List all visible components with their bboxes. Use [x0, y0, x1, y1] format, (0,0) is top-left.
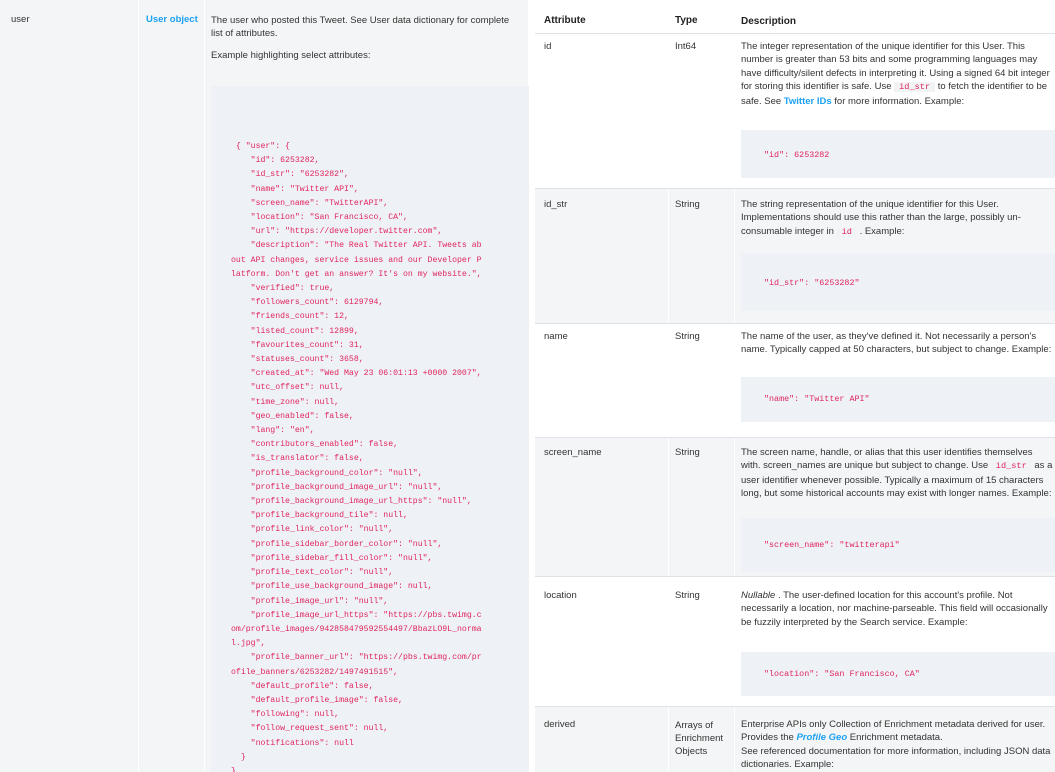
table-header-row: Attribute Type Description	[535, 0, 1055, 36]
attr-name-type: String	[675, 331, 700, 342]
attr-location-desc-text: . The user-defined location for this acc…	[741, 590, 1048, 628]
table-row-screen-name: screen_name String The screen name, hand…	[535, 438, 1055, 576]
attr-location-description: Nullable . The user-defined location for…	[741, 589, 1053, 629]
inline-code-id: id	[836, 226, 857, 237]
user-description: The user who posted this Tweet. See User…	[211, 15, 510, 39]
attr-id-str-example-block: "id_str": "6253282"	[741, 253, 1055, 311]
description-column: The user who posted this Tweet. See User…	[204, 0, 529, 772]
attr-screen-name-example-block: "screen_name": "twitterapi"	[741, 518, 1055, 572]
user-object-link[interactable]: User object	[146, 14, 198, 25]
table-row-id: id Int64 The integer representation of t…	[535, 34, 1055, 188]
attr-id-type: Int64	[675, 41, 697, 52]
example-caption: Example highlighting select attributes:	[211, 50, 371, 61]
attr-screen-name-desc-text: The screen name, handle, or alias that t…	[741, 447, 1033, 472]
profile-geo-link[interactable]: Profile Geo	[796, 732, 847, 743]
attr-id-str-description: The string representation of the unique …	[741, 198, 1053, 239]
attr-screen-name-example: "screen_name": "twitterapi"	[764, 540, 900, 550]
attr-name-example: "name": "Twitter API"	[764, 394, 870, 404]
twitter-ids-link[interactable]: Twitter IDs	[784, 96, 832, 107]
attr-name-example-block: "name": "Twitter API"	[741, 377, 1055, 422]
attr-screen-name-description: The screen name, handle, or alias that t…	[741, 446, 1053, 501]
attr-location-name: location	[544, 590, 577, 601]
attr-derived-desc-text-2: Enrichment metadata.	[849, 732, 943, 744]
table-row-id-str: id_str String The string representation …	[535, 189, 1055, 323]
user-field-table: user User object The user who posted thi…	[0, 0, 529, 772]
user-json-code: { "user": { "id": 6253282, "id_str": "62…	[231, 142, 482, 772]
user-attributes-table: Attribute Type Description id Int64 The …	[535, 0, 1055, 772]
attr-location-type: String	[675, 590, 700, 601]
table-row-location: location String Nullable . The user-defi…	[535, 577, 1055, 706]
attr-derived-description: Enterprise APIs only Collection of Enric…	[741, 718, 1053, 772]
attr-id-str-example: "id_str": "6253282"	[764, 278, 860, 288]
attr-screen-name-type: String	[675, 447, 700, 458]
field-column: user	[0, 0, 138, 772]
attr-id-example: "id": 6253282	[764, 150, 830, 160]
field-name-user: user	[11, 14, 30, 25]
attr-id-example-block: "id": 6253282	[741, 130, 1055, 178]
attr-id-str-desc-text-2: . Example:	[859, 225, 905, 237]
attr-name-description: The name of the user, as they've defined…	[741, 331, 1052, 356]
attr-id-desc-text-3: for more information. Example:	[834, 95, 965, 107]
attr-id-name: id	[544, 41, 552, 52]
nullable-label: Nullable	[741, 590, 776, 601]
attr-location-example: "location": "San Francisco, CA"	[764, 669, 920, 679]
inline-code-id-str-2: id_str	[990, 461, 1032, 472]
header-attribute: Attribute	[544, 15, 586, 26]
table-row-name: name String The name of the user, as the…	[535, 324, 1055, 437]
attr-id-str-type: String	[675, 199, 700, 210]
header-type: Type	[675, 15, 698, 26]
attr-location-example-block: "location": "San Francisco, CA"	[741, 652, 1055, 696]
user-json-example: { "user": { "id": 6253282, "id_str": "62…	[211, 86, 529, 772]
attr-screen-name-name: screen_name	[544, 447, 602, 458]
inline-code-id-str: id_str	[894, 82, 936, 93]
attr-derived-desc-text-3: See referenced documentation for more in…	[741, 745, 1051, 771]
attr-derived-type: Arrays of Enrichment Objects	[675, 720, 724, 757]
table-row-derived: derived Arrays of Enrichment Objects Ent…	[535, 707, 1055, 772]
type-column: User object	[138, 0, 204, 772]
attr-id-str-name: id_str	[544, 199, 568, 210]
header-description: Description	[741, 16, 797, 27]
attr-derived-name: derived	[544, 719, 576, 730]
attr-name-name: name	[544, 331, 568, 342]
attr-id-description: The integer representation of the unique…	[741, 40, 1053, 108]
